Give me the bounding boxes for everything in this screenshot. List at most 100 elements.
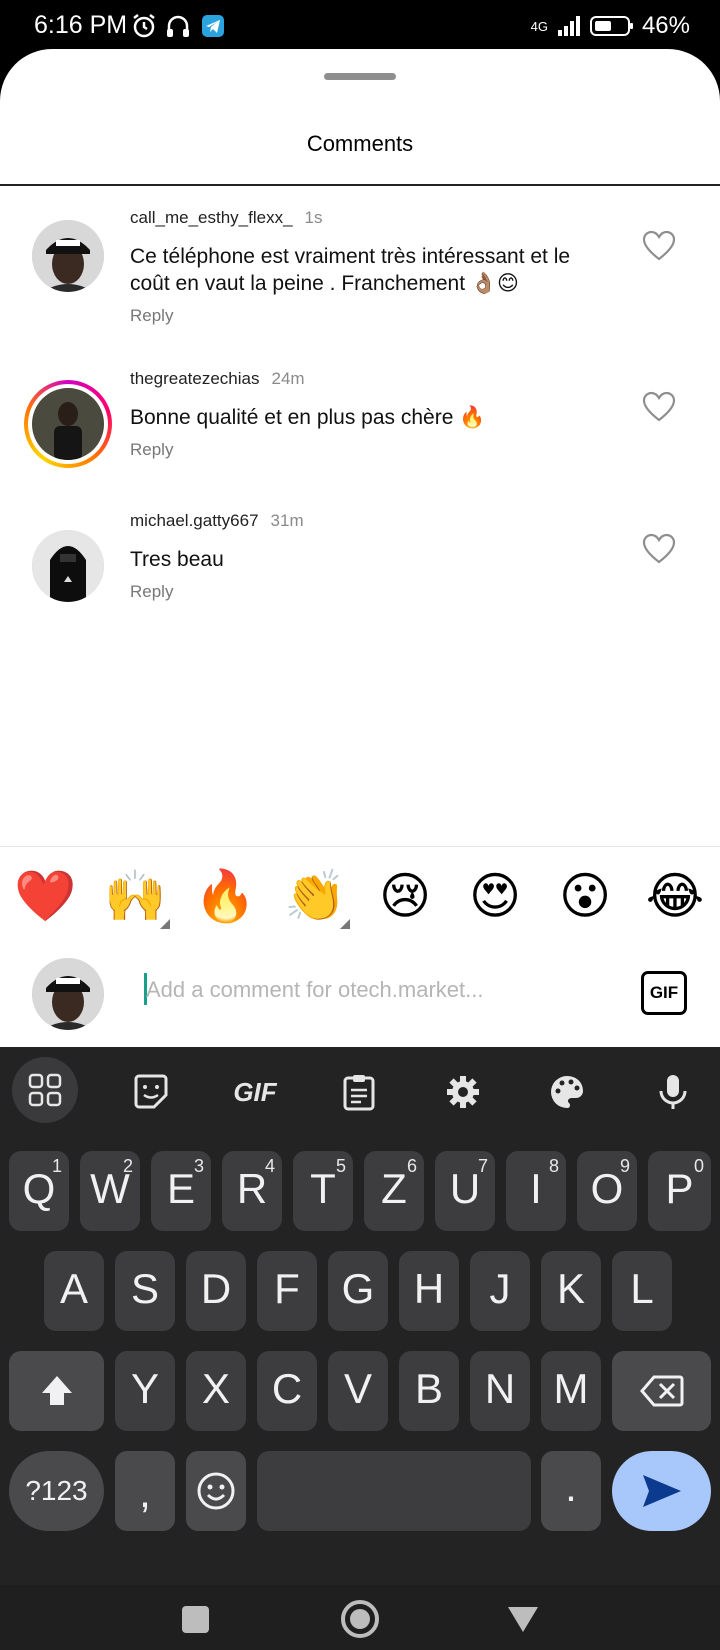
divider (0, 184, 720, 186)
key-w[interactable]: W2 (80, 1151, 140, 1231)
key-i[interactable]: I8 (506, 1151, 566, 1231)
home-circle-icon[interactable] (340, 1599, 380, 1639)
username-text[interactable]: michael.gatty667 (130, 511, 259, 530)
comment-input[interactable]: Add a comment for otech.market... (146, 977, 483, 1003)
symbols-key[interactable]: ?123 (9, 1451, 104, 1531)
my-avatar (32, 958, 104, 1030)
like-heart-icon[interactable] (642, 230, 676, 262)
sticker-icon[interactable] (118, 1062, 184, 1122)
palette-icon[interactable] (534, 1062, 600, 1122)
key-p[interactable]: P0 (648, 1151, 711, 1231)
keyboard: GIF Q1 W2 E3 R4 T5 Z6 U7 I8 O9 P0 A S D … (0, 1047, 720, 1585)
battery-percent: 46% (641, 12, 690, 39)
avatar[interactable] (32, 530, 104, 602)
alarm-icon (133, 14, 155, 38)
username-text[interactable]: call_me_esthy_flexx_ (130, 208, 293, 227)
emoji-clapping[interactable]: 👏 (284, 865, 346, 927)
emoji-laughing[interactable]: 😂 (644, 865, 706, 927)
key-z[interactable]: Z6 (364, 1151, 424, 1231)
emoji-raising-hands[interactable]: 🙌 (104, 865, 166, 927)
emoji-heart[interactable]: ❤️ (14, 865, 76, 927)
key-e[interactable]: E3 (151, 1151, 211, 1231)
key-f[interactable]: F (257, 1251, 317, 1331)
comment-username[interactable]: michael.gatty667 31m (130, 511, 304, 531)
comments-sheet: Comments call_me_esthy_flexx_ 1s Ce télép… (0, 49, 720, 1047)
key-b[interactable]: B (399, 1351, 459, 1431)
apps-grid-icon[interactable] (12, 1057, 78, 1123)
comment-text: Tres beau (130, 548, 224, 571)
battery-icon (589, 16, 633, 36)
recents-square-icon[interactable] (182, 1606, 209, 1633)
story-ring[interactable] (24, 380, 112, 468)
key-u[interactable]: U7 (435, 1151, 495, 1231)
key-t[interactable]: T5 (293, 1151, 353, 1231)
emoji-surprised[interactable]: 😮 (554, 865, 616, 927)
like-heart-icon[interactable] (642, 533, 676, 565)
key-r[interactable]: R4 (222, 1151, 282, 1231)
signal-icon (557, 16, 580, 36)
skin-tone-indicator (340, 919, 350, 929)
network-type: 4G (530, 18, 548, 34)
comma-key[interactable]: , (115, 1451, 175, 1531)
comment-time: 31m (270, 511, 304, 530)
microphone-icon[interactable] (640, 1062, 706, 1122)
key-n[interactable]: N (470, 1351, 530, 1431)
key-m[interactable]: M (541, 1351, 601, 1431)
like-heart-icon[interactable] (642, 391, 676, 423)
comment-input-bar: Add a comment for otech.market... GIF (0, 940, 720, 1047)
key-l[interactable]: L (612, 1251, 672, 1331)
comment-text: Ce téléphone est vraiment très intéressa… (130, 245, 571, 295)
key-d[interactable]: D (186, 1251, 246, 1331)
keyboard-gif-button[interactable]: GIF (222, 1062, 288, 1122)
emoji-fire[interactable]: 🔥 (194, 865, 256, 927)
drag-handle[interactable] (324, 73, 396, 80)
key-v[interactable]: V (328, 1351, 388, 1431)
back-triangle-icon[interactable] (506, 1605, 540, 1633)
key-c[interactable]: C (257, 1351, 317, 1431)
clipboard-icon[interactable] (326, 1062, 392, 1122)
status-bar: 6:16 PM 4G 46% (0, 0, 720, 54)
comment-text: Bonne qualité et en plus pas chère 🔥 (130, 406, 486, 429)
key-o[interactable]: O9 (577, 1151, 637, 1231)
key-j[interactable]: J (470, 1251, 530, 1331)
period-key[interactable]: . (541, 1451, 601, 1531)
keyboard-toolbar: GIF (0, 1047, 720, 1133)
reply-button[interactable]: Reply (130, 306, 173, 326)
comment-time: 24m (271, 369, 305, 388)
gif-button[interactable]: GIF (641, 971, 687, 1015)
avatar[interactable] (32, 388, 104, 460)
key-q[interactable]: Q1 (9, 1151, 69, 1231)
send-key[interactable] (612, 1451, 711, 1531)
shift-key[interactable] (9, 1351, 104, 1431)
key-g[interactable]: G (328, 1251, 388, 1331)
reply-button[interactable]: Reply (130, 440, 173, 460)
emoji-key[interactable] (186, 1451, 246, 1531)
backspace-key[interactable] (612, 1351, 711, 1431)
avatar[interactable] (32, 220, 104, 292)
emoji-heart-eyes[interactable]: 😍 (464, 865, 526, 927)
emoji-crying[interactable]: 😢 (374, 865, 436, 927)
reply-button[interactable]: Reply (130, 582, 173, 602)
send-arrow-icon (643, 1475, 681, 1507)
shift-arrow-icon (42, 1376, 72, 1405)
settings-gear-icon[interactable] (430, 1062, 496, 1122)
quick-emoji-bar: ❤️ 🙌 🔥 👏 😢 😍 😮 😂 (0, 846, 720, 942)
backspace-icon (640, 1375, 684, 1407)
telegram-icon (202, 15, 224, 37)
comment-username[interactable]: call_me_esthy_flexx_ 1s (130, 208, 323, 228)
key-x[interactable]: X (186, 1351, 246, 1431)
sheet-title: Comments (306, 131, 414, 156)
smiley-icon (197, 1472, 235, 1510)
comment-username[interactable]: thegreatezechias 24m (130, 369, 305, 389)
username-text[interactable]: thegreatezechias (130, 369, 259, 388)
key-y[interactable]: Y (115, 1351, 175, 1431)
status-time: 6:16 PM (34, 11, 128, 39)
space-key[interactable] (257, 1451, 531, 1531)
key-h[interactable]: H (399, 1251, 459, 1331)
key-a[interactable]: A (44, 1251, 104, 1331)
headphones-icon (167, 15, 189, 37)
comment-time: 1s (304, 208, 323, 227)
key-k[interactable]: K (541, 1251, 601, 1331)
key-s[interactable]: S (115, 1251, 175, 1331)
skin-tone-indicator (160, 919, 170, 929)
